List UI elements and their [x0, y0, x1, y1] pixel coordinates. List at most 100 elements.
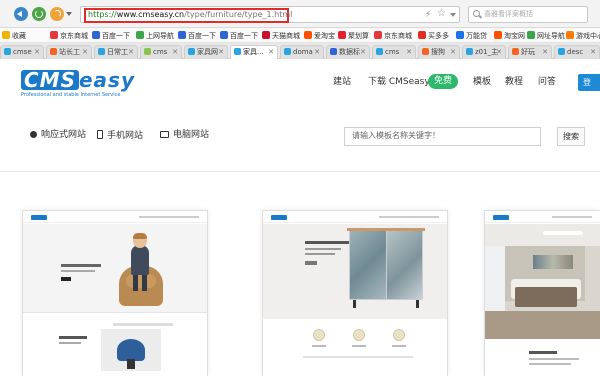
close-icon[interactable]: ✕ — [128, 46, 134, 59]
tab-label: cms — [385, 48, 400, 56]
tab-label: 日常工 — [107, 48, 128, 56]
browser-tab[interactable]: 站长工 ✕ — [46, 45, 92, 59]
preview-button — [305, 261, 317, 265]
bookmark-item[interactable]: 买多多 — [418, 31, 449, 41]
back-icon[interactable] — [14, 7, 28, 21]
bookmark-label: 游戏中心 — [576, 32, 600, 40]
preview-hero — [23, 224, 207, 312]
cabinet-door-image — [350, 231, 386, 299]
bookmarks-bar: 收藏 京东商城 百度一下 上网导航 百度一下 百度一下 天猫商城 爱淘宝 聚划算… — [0, 28, 600, 43]
close-icon[interactable]: ✕ — [496, 46, 502, 59]
template-card[interactable] — [484, 210, 600, 376]
bookmark-label: 万能贷 — [466, 32, 487, 40]
tab-label: 家具... — [243, 48, 264, 56]
filter-mobile[interactable]: 手机网站 — [97, 130, 143, 142]
bookmark-item[interactable]: 万能贷 — [456, 31, 487, 41]
bookmark-item[interactable]: 爱淘宝 — [304, 31, 335, 41]
star-icon[interactable]: ☆ — [437, 9, 446, 19]
browser-tab[interactable]: 家具网 ✕ — [184, 45, 228, 59]
bookmark-label: 买多多 — [428, 32, 449, 40]
refresh-icon[interactable] — [32, 7, 46, 21]
logo-cms: CMS — [21, 70, 79, 90]
close-icon[interactable]: ✕ — [34, 46, 40, 59]
filter-responsive[interactable]: 响应式网站 — [30, 130, 86, 141]
tab-label: doma — [293, 48, 313, 56]
pinduoduo-icon — [418, 31, 426, 39]
bookmark-item[interactable]: 网址导航 — [527, 31, 565, 41]
favicon-icon — [466, 48, 473, 55]
bookmark-item[interactable]: 收藏 — [2, 31, 26, 41]
login-button[interactable]: 登 — [578, 74, 600, 91]
browser-tab[interactable]: cmse ✕ — [0, 45, 44, 59]
nav-qa[interactable]: 问答 — [538, 77, 556, 88]
baidu-icon — [220, 31, 228, 39]
template-card[interactable] — [22, 210, 208, 376]
responsive-icon — [30, 131, 37, 138]
filter-pc[interactable]: 电脑网站 — [160, 130, 209, 141]
jd-icon — [374, 31, 382, 39]
cmseasy-logo[interactable]: CMS easy Professional and stable Internet… — [21, 70, 141, 98]
tab-label: cmse — [13, 48, 32, 56]
close-icon[interactable]: ✕ — [268, 46, 274, 59]
tab-label: 家具网 — [197, 48, 218, 56]
bookmark-label: 淘宝网 — [504, 32, 525, 40]
browser-tab[interactable]: 日常工 ✕ — [94, 45, 138, 59]
bookmark-item[interactable]: 天猫商城 — [262, 31, 300, 41]
nav-templates[interactable]: 模板 — [473, 77, 491, 88]
preview-nav — [379, 216, 439, 218]
wall-painting-image — [533, 255, 573, 269]
bookmark-item[interactable]: 上网导航 — [136, 31, 174, 41]
mobile-icon — [97, 130, 103, 139]
tab-label: cms — [153, 48, 168, 56]
close-icon[interactable]: ✕ — [82, 46, 88, 59]
bookmark-item[interactable]: 京东商城 — [374, 31, 412, 41]
lightning-icon[interactable]: ⚡ — [425, 10, 433, 20]
browser-tab[interactable]: cms ✕ — [372, 45, 416, 59]
taobao-icon — [304, 31, 312, 39]
browser-tab[interactable]: 好玩 ✕ — [508, 45, 552, 59]
template-search-button[interactable]: 搜索 — [557, 127, 585, 146]
bookmark-item[interactable]: 游戏中心 — [566, 31, 600, 41]
feature-icon — [393, 329, 405, 341]
close-icon[interactable]: ✕ — [542, 46, 548, 59]
favicon-icon — [512, 48, 519, 55]
close-icon[interactable]: ✕ — [360, 46, 366, 59]
browser-tab[interactable]: cms ✕ — [140, 45, 182, 59]
browser-tab[interactable]: z01_主 ✕ — [462, 45, 506, 59]
bookmark-item[interactable]: 淘宝网 — [494, 31, 525, 41]
baidu-icon — [92, 31, 100, 39]
cabinet-legs-image — [353, 300, 419, 308]
browser-tab[interactable]: 数据标 ✕ — [326, 45, 370, 59]
bookmark-item[interactable]: 聚划算 — [338, 31, 369, 41]
chevron-down-icon[interactable] — [450, 13, 456, 17]
bookmark-item[interactable]: 百度一下 — [220, 31, 258, 41]
bookmark-item[interactable]: 百度一下 — [92, 31, 130, 41]
child-leg-image — [142, 275, 147, 291]
close-icon[interactable]: ✕ — [590, 46, 596, 59]
close-icon[interactable]: ✕ — [172, 46, 178, 59]
close-icon[interactable]: ✕ — [218, 46, 224, 59]
ceiling-lamp-image — [543, 231, 583, 235]
close-icon[interactable]: ✕ — [450, 46, 456, 59]
chevron-down-icon[interactable] — [66, 12, 72, 16]
browser-tab-active[interactable]: 家具... ✕ — [230, 45, 278, 59]
bookmark-item[interactable]: 百度一下 — [178, 31, 216, 41]
undo-icon[interactable] — [50, 7, 64, 21]
url-scheme: https:// — [88, 10, 117, 19]
template-card[interactable] — [262, 210, 448, 376]
url-domain: www.cmseasy.cn — [116, 10, 185, 19]
tab-label: 数据标 — [339, 48, 360, 56]
favicon-icon — [4, 48, 11, 55]
tmall-icon — [262, 31, 270, 39]
bookmark-item[interactable]: 京东商城 — [50, 31, 88, 41]
browser-tab[interactable]: desc ✕ — [554, 45, 600, 59]
nav-download-cmseasy[interactable]: 下载 CMSeasy — [368, 77, 430, 88]
free-badge[interactable]: 免费 — [428, 74, 459, 89]
browser-tab[interactable]: 搜狗 ✕ — [418, 45, 460, 59]
nav-tutorials[interactable]: 教程 — [505, 77, 523, 88]
close-icon[interactable]: ✕ — [406, 46, 412, 59]
browser-tab[interactable]: doma ✕ — [280, 45, 324, 59]
close-icon[interactable]: ✕ — [314, 46, 320, 59]
address-bar-url[interactable]: https://www.cmseasy.cn/type/furniture/ty… — [88, 10, 292, 20]
nav-build-site[interactable]: 建站 — [333, 77, 351, 88]
